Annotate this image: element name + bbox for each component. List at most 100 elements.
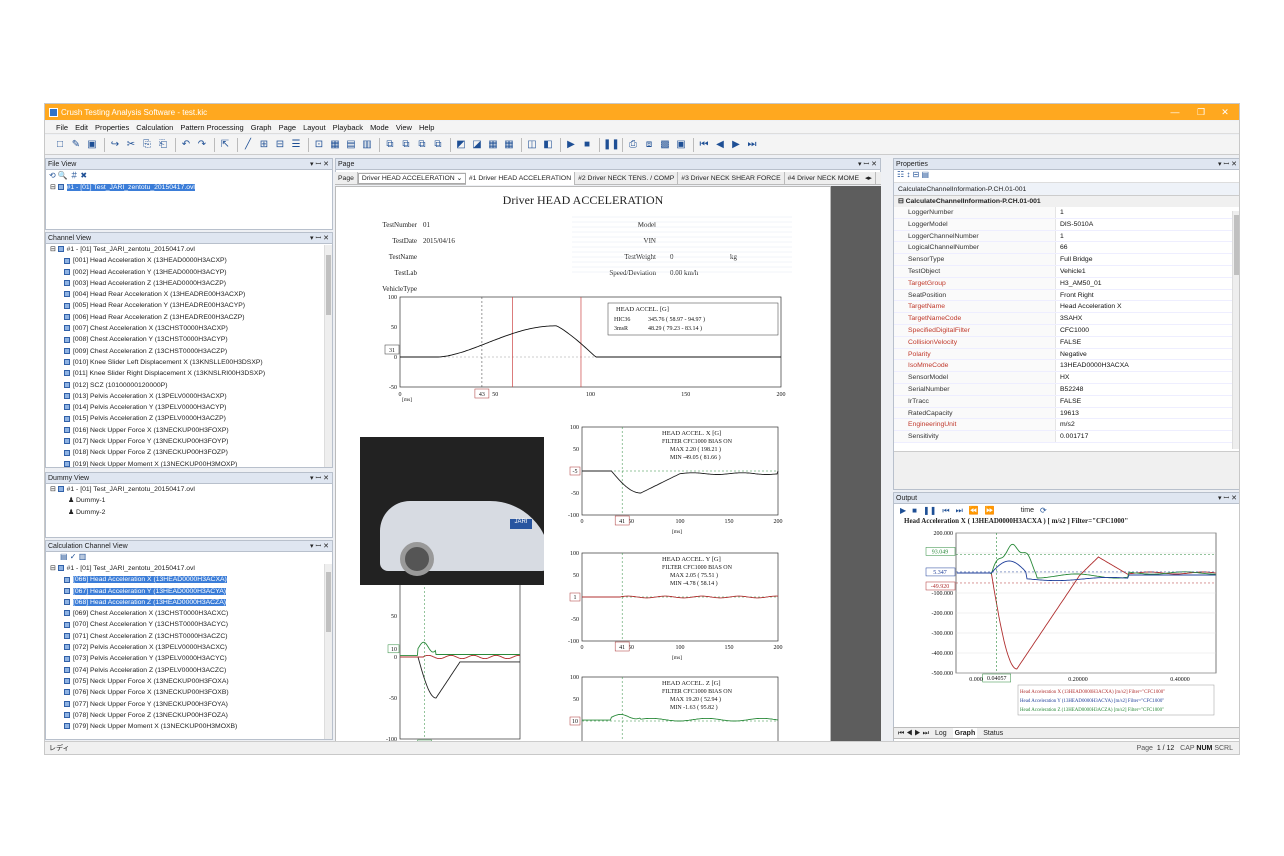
channel-item[interactable]: [015] Pelvis Acceleration Z (13PELV0000H… [50, 413, 332, 424]
calc-item[interactable]: [070] Chest Acceleration Y (13CHST0000H3… [50, 619, 332, 630]
menu-item-edit[interactable]: Edit [75, 123, 88, 132]
panel-controls-icon[interactable]: ▾ ꟷ ✕ [310, 473, 329, 484]
channel-item[interactable]: [009] Chest Acceleration Z (13CHST0000H3… [50, 346, 332, 357]
tab-page-4[interactable]: #4 Driver NECK MOME [785, 172, 862, 185]
minimize-icon[interactable]: — [1163, 104, 1187, 120]
toolbar-button-icon[interactable]: ⇱ [218, 138, 232, 152]
calc-item[interactable]: [075] Neck Upper Force X (13NECKUP00H3FO… [50, 676, 332, 687]
tab-status[interactable]: Status [983, 728, 1003, 738]
channel-item[interactable]: [016] Neck Upper Force X (13NECKUP00H3FO… [50, 425, 332, 436]
toolbar-button-icon[interactable]: ▶ [729, 138, 743, 152]
channel-item[interactable]: [019] Neck Upper Moment X (13NECKUP00H3M… [50, 459, 332, 467]
frame-back-icon[interactable]: ⏪ [969, 506, 979, 515]
calc-item[interactable]: [068] Head Acceleration Z (13HEAD0000H3A… [50, 597, 332, 608]
property-row[interactable]: TargetGroup H3_AM50_01 [894, 277, 1239, 290]
property-row[interactable]: TestObject Vehicle1 [894, 265, 1239, 278]
property-row[interactable]: SensorType Full Bridge [894, 254, 1239, 266]
calc-item[interactable]: [079] Neck Upper Moment X (13NECKUP00H3M… [50, 721, 332, 732]
menu-item-help[interactable]: Help [419, 123, 434, 132]
toolbar-button-icon[interactable]: ⊟ [273, 138, 287, 152]
menu-item-playback[interactable]: Playback [333, 123, 363, 132]
menu-item-layout[interactable]: Layout [303, 123, 326, 132]
file-item[interactable]: ⊟ #1 - [01] Test_JARI_zentotu_20150417.o… [50, 182, 332, 193]
calc-item[interactable]: [072] Pelvis Acceleration X (13PELV0000H… [50, 642, 332, 653]
channel-item[interactable]: [008] Chest Acceleration Y (13CHST0000H3… [50, 334, 332, 345]
channel-root[interactable]: ⊟ #1 - [01] Test_JARI_zentotu_20150417.o… [50, 244, 332, 255]
toolbar-button-icon[interactable]: ◧ [541, 138, 555, 152]
channel-item[interactable]: [013] Pelvis Acceleration X (13PELV0000H… [50, 391, 332, 402]
toolbar-button-icon[interactable]: ▩ [658, 138, 672, 152]
toolbar-button-icon[interactable]: ◀ [713, 138, 727, 152]
property-row[interactable]: IrTracc FALSE [894, 395, 1239, 408]
toolbar-button-icon[interactable]: ↶ [179, 138, 193, 152]
dummy-root[interactable]: ⊟ #1 - [01] Test_JARI_zentotu_20150417.o… [50, 484, 332, 495]
channel-item[interactable]: [006] Head Rear Acceleration Z (13HEADRE… [50, 312, 332, 323]
property-row[interactable]: TargetName Head Acceleration X [894, 301, 1239, 314]
property-row[interactable]: SeatPosition Front Right [894, 289, 1239, 302]
panel-controls-icon[interactable]: ▾ ꟷ ✕ [858, 159, 877, 170]
refresh-icon[interactable]: ⟳ [1040, 506, 1047, 515]
step-back-icon[interactable]: ⏮ [942, 506, 949, 516]
calc-item[interactable]: [073] Pelvis Acceleration Y (13PELV0000H… [50, 653, 332, 664]
toolbar-button-icon[interactable]: □ [53, 138, 67, 152]
channel-item[interactable]: [003] Head Acceleration Z (13HEAD0000H3A… [50, 278, 332, 289]
property-row[interactable]: LogicalChannelNumber 66 [894, 242, 1239, 255]
calc-root[interactable]: ⊟ #1 - [01] Test_JARI_zentotu_20150417.o… [50, 563, 332, 574]
toolbar-button-icon[interactable]: ❚❚ [603, 138, 620, 152]
panel-controls-icon[interactable]: ▾ ꟷ ✕ [1218, 493, 1237, 504]
toolbar-button-icon[interactable]: ▥ [360, 138, 374, 152]
property-row[interactable]: Sensitivity 0.001717 [894, 431, 1239, 443]
property-row[interactable]: EngineeringUnit m/s2 [894, 419, 1239, 432]
toolbar-button-icon[interactable]: ╱ [241, 138, 255, 152]
maximize-icon[interactable]: ❐ [1189, 104, 1213, 120]
page-select[interactable]: Driver HEAD ACCELERATION ⌄ [357, 172, 466, 184]
toolbar-button-icon[interactable]: ⧉ [431, 138, 445, 152]
panel-controls-icon[interactable]: ▾ ꟷ ✕ [310, 233, 329, 244]
channel-scrollbar[interactable] [324, 245, 332, 467]
toolbar-button-icon[interactable]: ▶ [564, 138, 578, 152]
calc-item[interactable]: [067] Head Acceleration Y (13HEAD0000H3A… [50, 586, 332, 597]
crash-video[interactable]: JARI [360, 437, 544, 585]
property-row[interactable]: IsoMmeCode 13HEAD0000H3ACXA [894, 360, 1239, 373]
menu-item-view[interactable]: View [396, 123, 412, 132]
calc-item[interactable]: [066] Head Acceleration X (13HEAD0000H3A… [50, 574, 332, 585]
play-icon[interactable]: ▶ [900, 506, 906, 515]
toolbar-button-icon[interactable]: ◫ [525, 138, 539, 152]
channel-item[interactable]: [004] Head Rear Acceleration X (13HEADRE… [50, 289, 332, 300]
menu-item-pattern-processing[interactable]: Pattern Processing [180, 123, 243, 132]
menu-item-graph[interactable]: Graph [251, 123, 272, 132]
channel-item[interactable]: [002] Head Acceleration Y (13HEAD0000H3A… [50, 267, 332, 278]
menu-item-calculation[interactable]: Calculation [136, 123, 173, 132]
channel-item[interactable]: [017] Neck Upper Force Y (13NECKUP00H3FO… [50, 436, 332, 447]
panel-controls-icon[interactable]: ▾ ꟷ ✕ [1218, 159, 1237, 170]
properties-tab[interactable]: CalculateChannelInformation-P.CH.01-001 [894, 183, 1239, 196]
toolbar-button-icon[interactable]: ⏭ [745, 138, 759, 152]
tab-page-3[interactable]: #3 Driver NECK SHEAR FORCE [678, 171, 785, 185]
channel-item[interactable]: [012] SCZ (10100000120000P) [50, 380, 332, 391]
toolbar-button-icon[interactable]: ↪ [108, 138, 122, 152]
property-row[interactable]: Polarity Negative [894, 348, 1239, 361]
calc-item[interactable]: [077] Neck Upper Force Y (13NECKUP00H3FO… [50, 699, 332, 710]
toolbar-button-icon[interactable]: ⧈ [642, 138, 656, 152]
toolbar-button-icon[interactable]: ⧉ [383, 138, 397, 152]
toolbar-button-icon[interactable]: ⎙ [626, 138, 640, 152]
channel-item[interactable]: [005] Head Rear Acceleration Y (13HEADRE… [50, 300, 332, 311]
channel-item[interactable]: [011] Knee Slider Right Displacement X (… [50, 368, 332, 379]
property-row[interactable]: CollisionVelocity FALSE [894, 336, 1239, 349]
calc-scrollbar[interactable] [324, 564, 332, 739]
toolbar-button-icon[interactable]: ⏮ [697, 138, 711, 152]
toolbar-button-icon[interactable]: ▦ [502, 138, 516, 152]
page-scrollbar[interactable] [831, 186, 881, 743]
toolbar-button-icon[interactable]: ■ [580, 138, 594, 152]
toolbar-button-icon[interactable]: ✂ [124, 138, 138, 152]
tab-graph[interactable]: Graph [952, 728, 978, 738]
calc-item[interactable]: [069] Chest Acceleration X (13CHST0000H3… [50, 608, 332, 619]
step-icon[interactable]: ⏭ [956, 506, 963, 516]
tab-nav-icon[interactable]: ⏮ ◀ ▶ ⏭ [898, 728, 929, 738]
property-row[interactable]: LoggerModel DIS-5010A [894, 218, 1239, 231]
channel-item[interactable]: [014] Pelvis Acceleration Y (13PELV0000H… [50, 402, 332, 413]
dummy-item[interactable]: ♟ Dummy-2 [50, 507, 332, 518]
properties-group[interactable]: ⊟ CalculateChannelInformation-P.CH.01-00… [894, 196, 1239, 207]
panel-controls-icon[interactable]: ▾ ꟷ ✕ [310, 541, 329, 552]
channel-item[interactable]: [007] Chest Acceleration X (13CHST0000H3… [50, 323, 332, 334]
